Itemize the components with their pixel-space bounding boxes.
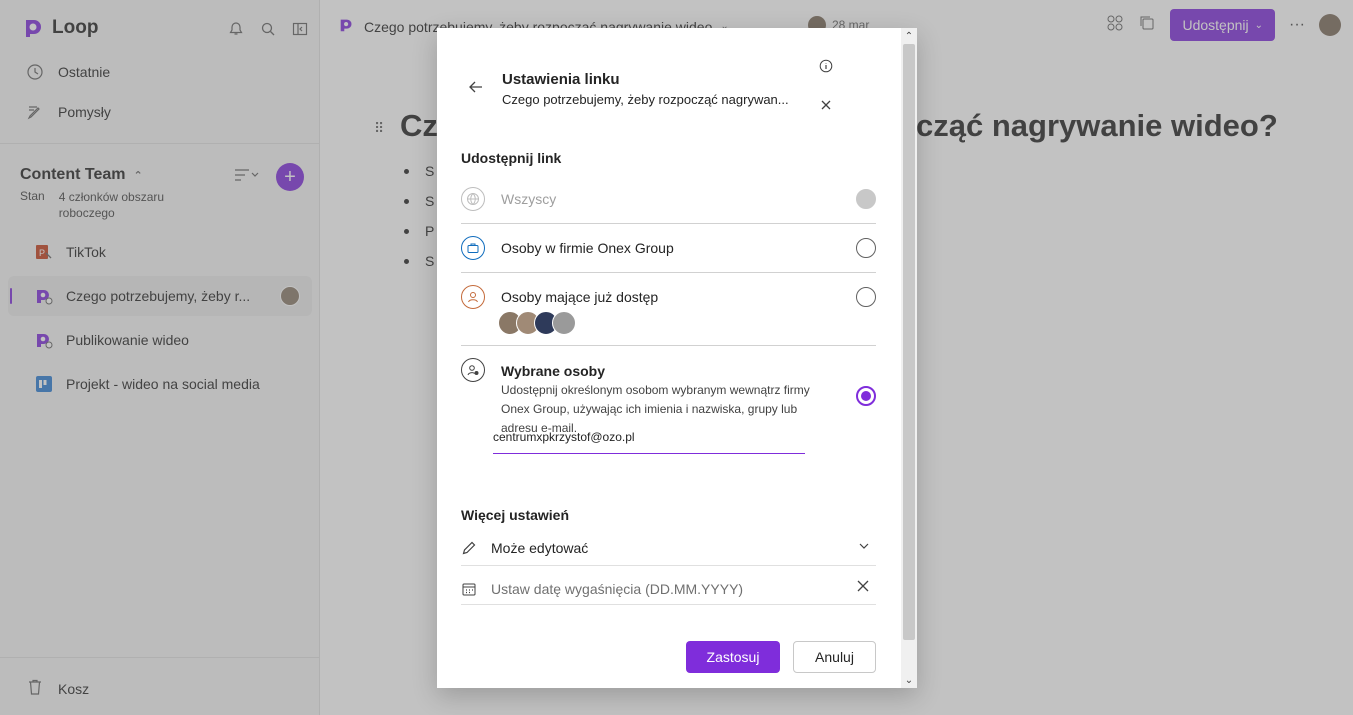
chevron-down-icon <box>858 539 870 557</box>
email-field[interactable]: centrumxpkrzystof@ozo.pl <box>493 430 805 454</box>
person-icon <box>461 285 485 309</box>
apply-button[interactable]: Zastosuj <box>686 641 780 673</box>
people-avatars <box>498 311 576 335</box>
pencil-icon <box>461 540 481 556</box>
more-settings-title: Więcej ustawień <box>461 507 570 523</box>
radio-existing-access[interactable] <box>856 287 876 307</box>
scroll-down-icon[interactable]: ⌄ <box>901 672 917 688</box>
option-specific-label: Wybrane osoby <box>501 363 605 379</box>
option-everyone-label: Wszyscy <box>501 191 557 207</box>
option-existing-access[interactable]: Osoby mające już dostęp <box>461 273 876 346</box>
permission-dropdown[interactable]: Może edytować <box>461 530 876 566</box>
dialog-subtitle: Czego potrzebujemy, żeby rozpocząć nagry… <box>502 92 789 107</box>
expiry-date-input[interactable]: Ustaw datę wygaśnięcia (DD.MM.YYYY) <box>491 581 743 597</box>
briefcase-icon <box>461 236 485 260</box>
dialog-title: Ustawienia linku <box>502 71 620 88</box>
scroll-up-icon[interactable]: ⌃ <box>901 28 917 44</box>
close-icon[interactable] <box>819 98 833 112</box>
option-organization-label: Osoby w firmie Onex Group <box>501 240 674 256</box>
cancel-button[interactable]: Anuluj <box>793 641 876 673</box>
option-existing-label: Osoby mające już dostęp <box>501 289 659 305</box>
option-specific-people[interactable]: Wybrane osoby Udostępnij określonym osob… <box>461 346 876 476</box>
globe-icon <box>461 187 485 211</box>
info-icon[interactable] <box>819 59 833 73</box>
avatar <box>552 311 576 335</box>
calendar-icon[interactable] <box>461 581 481 597</box>
expiry-date-row: Ustaw datę wygaśnięcia (DD.MM.YYYY) <box>461 573 876 605</box>
permission-value: Może edytować <box>491 539 589 556</box>
scrollbar-thumb[interactable] <box>903 44 915 640</box>
option-everyone: Wszyscy <box>461 187 876 224</box>
radio-organization[interactable] <box>856 238 876 258</box>
clear-icon[interactable] <box>856 579 870 598</box>
option-organization[interactable]: Osoby w firmie Onex Group <box>461 224 876 273</box>
link-settings-dialog: Ustawienia linku Czego potrzebujemy, żeb… <box>437 28 917 688</box>
radio-everyone <box>856 189 876 209</box>
back-arrow-icon[interactable] <box>467 78 485 102</box>
radio-specific-people[interactable] <box>856 386 876 406</box>
dialog-scrollbar[interactable]: ⌃ ⌄ <box>901 28 917 688</box>
people-settings-icon <box>461 358 485 382</box>
share-link-section-title: Udostępnij link <box>461 150 562 166</box>
